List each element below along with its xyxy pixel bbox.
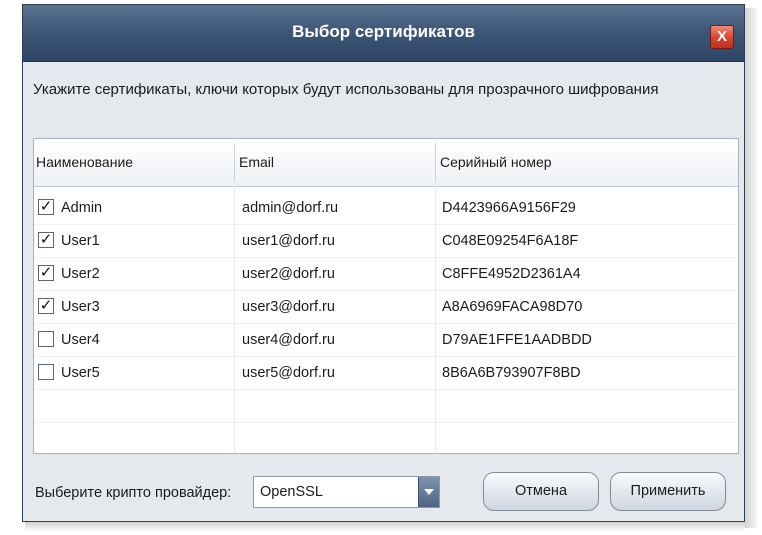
table-header: Наименование Email Серийный номер (34, 139, 738, 187)
cert-serial: C8FFE4952D2361A4 (442, 266, 581, 282)
close-button[interactable]: X (710, 25, 734, 49)
provider-label: Выберите крипто провайдер: (35, 485, 232, 501)
cert-serial: 8B6A6B793907F8BD (442, 365, 581, 381)
cert-name: User3 (61, 299, 100, 315)
table-row[interactable]: ✓ Admin admin@dorf.ru D4423966A9156F29 (34, 192, 738, 225)
table-row-empty (34, 390, 738, 423)
cert-email: user5@dorf.ru (242, 365, 335, 381)
column-divider[interactable] (234, 143, 235, 182)
row-checkbox[interactable] (38, 331, 54, 347)
cert-email: user1@dorf.ru (242, 233, 335, 249)
table-row[interactable]: User5 user5@dorf.ru 8B6A6B793907F8BD (34, 357, 738, 390)
provider-selected-value: OpenSSL (260, 484, 323, 500)
table-row[interactable]: ✓ User1 user1@dorf.ru C048E09254F6A18F (34, 225, 738, 258)
table-row-empty (34, 423, 738, 453)
instruction-text: Укажите сертификаты, ключи которых будут… (33, 81, 659, 98)
table-row[interactable]: ✓ User2 user2@dorf.ru C8FFE4952D2361A4 (34, 258, 738, 291)
column-header-name[interactable]: Наименование (36, 139, 133, 186)
row-checkbox[interactable]: ✓ (38, 265, 54, 281)
cert-name: User2 (61, 266, 100, 282)
cert-email: user4@dorf.ru (242, 332, 335, 348)
column-divider[interactable] (435, 143, 436, 182)
cert-serial: D4423966A9156F29 (442, 200, 576, 216)
table-row[interactable]: User4 user4@dorf.ru D79AE1FFE1AADBDD (34, 324, 738, 357)
column-header-email[interactable]: Email (239, 139, 274, 186)
cert-serial: A8A6969FACA98D70 (442, 299, 583, 315)
certificates-table: Наименование Email Серийный номер ✓ Admi… (33, 138, 739, 454)
checkmark-icon: ✓ (39, 264, 53, 281)
dialog-title: Выбор сертификатов (292, 22, 475, 41)
cancel-button[interactable]: Отмена (483, 472, 599, 511)
row-checkbox[interactable]: ✓ (38, 298, 54, 314)
chevron-down-icon[interactable] (418, 477, 439, 507)
cert-name: Admin (61, 200, 103, 216)
certificate-dialog: Выбор сертификатов X Укажите сертификаты… (22, 4, 745, 522)
checkmark-icon: ✓ (39, 231, 53, 248)
row-checkbox[interactable] (38, 364, 54, 380)
apply-button[interactable]: Применить (610, 472, 726, 511)
column-header-serial[interactable]: Серийный номер (440, 139, 552, 186)
cert-serial: C048E09254F6A18F (442, 233, 579, 249)
cert-serial: D79AE1FFE1AADBDD (442, 332, 592, 348)
close-icon: X (716, 28, 727, 45)
cert-name: User1 (61, 233, 100, 249)
table-row[interactable]: ✓ User3 user3@dorf.ru A8A6969FACA98D70 (34, 291, 738, 324)
cert-email: user3@dorf.ru (242, 299, 335, 315)
cert-name: User4 (61, 332, 100, 348)
cert-email: user2@dorf.ru (242, 266, 335, 282)
row-checkbox[interactable]: ✓ (38, 199, 54, 215)
cert-name: User5 (61, 365, 100, 381)
checkmark-icon: ✓ (39, 297, 53, 314)
row-checkbox[interactable]: ✓ (38, 232, 54, 248)
crypto-provider-select[interactable]: OpenSSL (253, 476, 440, 508)
checkmark-icon: ✓ (39, 198, 53, 215)
cert-email: admin@dorf.ru (242, 200, 339, 216)
title-bar[interactable]: Выбор сертификатов X (23, 5, 744, 62)
